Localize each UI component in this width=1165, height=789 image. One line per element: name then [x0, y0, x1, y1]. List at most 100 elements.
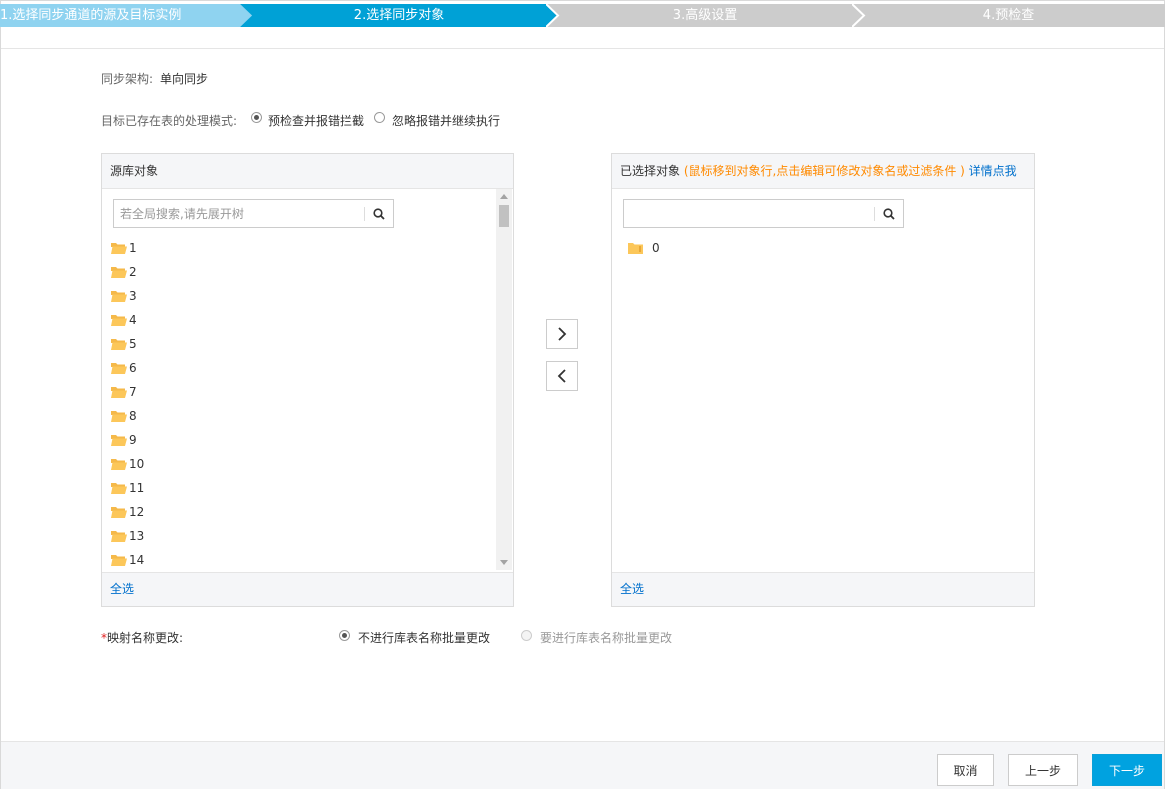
- scroll-thumb[interactable]: [499, 205, 509, 227]
- tree-item[interactable]: 14: [111, 548, 144, 572]
- scroll-up-arrow-icon[interactable]: [500, 194, 508, 199]
- step-3[interactable]: 3.高级设置: [546, 4, 864, 27]
- folder-open-icon: [111, 243, 127, 254]
- tree-item-label: 5: [129, 337, 137, 351]
- previous-step-button[interactable]: 上一步: [1008, 754, 1078, 786]
- selected-panel-title: 已选择对象: [620, 164, 681, 178]
- tree-item[interactable]: 3: [111, 284, 144, 308]
- step-1-label: 1.选择同步通道的源及目标实例: [0, 8, 182, 23]
- selected-objects-panel: 已选择对象 (鼠标移到对象行,点击编辑可修改对象名或过滤条件 ) 详情点我 0 …: [611, 153, 1035, 607]
- existing-table-mode-label: 目标已存在表的处理模式:: [101, 114, 238, 128]
- folder-open-icon: [111, 291, 127, 302]
- mapping-label-text: 映射名称更改:: [107, 631, 184, 645]
- folder-open-icon: [111, 411, 127, 422]
- selected-select-all-link[interactable]: 全选: [620, 582, 644, 596]
- folder-open-icon: [111, 315, 127, 326]
- tree-item[interactable]: 11: [111, 476, 144, 500]
- precheck-block-label[interactable]: 预检查并报错拦截: [268, 112, 364, 129]
- tree-item-label: 11: [129, 481, 145, 495]
- folder-open-icon: [111, 507, 127, 518]
- source-objects-panel: 源库对象 1234567891011121314 全选: [101, 153, 514, 607]
- detail-link[interactable]: 详情点我: [969, 164, 1017, 178]
- tree-item-label: 13: [129, 529, 145, 543]
- tree-item[interactable]: 8: [111, 404, 144, 428]
- selected-tree: 0: [628, 236, 660, 260]
- step-1[interactable]: 1.选择同步通道的源及目标实例: [0, 4, 252, 27]
- tree-item-label: 3: [129, 289, 137, 303]
- cancel-button[interactable]: 取消: [937, 754, 994, 786]
- folder-open-icon: [111, 555, 127, 566]
- folder-open-icon: [111, 363, 127, 374]
- precheck-block-radio[interactable]: [251, 112, 262, 123]
- source-panel-title: 源库对象: [110, 164, 159, 178]
- sync-arch-label: 同步架构:: [101, 72, 154, 86]
- tree-item-label: 2: [129, 265, 137, 279]
- folder-open-icon: [111, 459, 127, 470]
- move-right-button[interactable]: [546, 319, 578, 349]
- tree-item-label: 1: [129, 241, 137, 255]
- move-left-button[interactable]: [546, 361, 578, 391]
- selected-search-box: [623, 199, 904, 228]
- source-search-input[interactable]: [120, 205, 359, 223]
- folder-open-icon: [111, 339, 127, 350]
- folder-open-icon: [111, 531, 127, 542]
- tree-item[interactable]: 4: [111, 308, 144, 332]
- wizard-steps: 1.选择同步通道的源及目标实例 2.选择同步对象 3.高级设置 4.预检查: [0, 0, 1165, 31]
- source-search-box: [113, 199, 394, 228]
- step-3-label: 3.高级设置: [672, 8, 738, 23]
- tree-item[interactable]: 10: [111, 452, 144, 476]
- sync-arch-value: 单向同步: [160, 72, 209, 86]
- tree-item-label: 12: [129, 505, 145, 519]
- tree-item[interactable]: 0: [628, 236, 660, 260]
- step-2[interactable]: 2.选择同步对象: [240, 4, 558, 27]
- folder-open-icon: [111, 267, 127, 278]
- tree-item-label: 8: [129, 409, 137, 423]
- tree-item[interactable]: 7: [111, 380, 144, 404]
- tree-item-label: 4: [129, 313, 137, 327]
- selected-panel-hint: (鼠标移到对象行,点击编辑可修改对象名或过滤条件 ): [683, 164, 965, 178]
- tree-item-label: 10: [129, 457, 145, 471]
- steps-divider: [1, 48, 1164, 49]
- selected-search-input[interactable]: [630, 205, 869, 223]
- next-step-button[interactable]: 下一步: [1092, 754, 1162, 786]
- tree-item[interactable]: 5: [111, 332, 144, 356]
- tree-item-label: 7: [129, 385, 137, 399]
- mapping-label: *映射名称更改:: [101, 629, 183, 646]
- source-select-all-link[interactable]: 全选: [110, 582, 134, 596]
- no-batch-rename-radio[interactable]: [339, 630, 350, 641]
- source-panel-header: 源库对象: [102, 154, 513, 189]
- tree-item-label: 14: [129, 553, 145, 567]
- tree-item[interactable]: 12: [111, 500, 144, 524]
- tree-item[interactable]: 6: [111, 356, 144, 380]
- batch-rename-radio: [521, 630, 532, 641]
- folder-icon: [628, 243, 643, 254]
- no-batch-rename-label[interactable]: 不进行库表名称批量更改: [358, 629, 490, 646]
- folder-open-icon: [111, 483, 127, 494]
- source-tree: 1 2 3 4 5 6 7 8 9 10 11 12 13 14: [111, 236, 144, 572]
- ignore-error-radio[interactable]: [374, 112, 385, 123]
- tree-item[interactable]: 2: [111, 260, 144, 284]
- chevron-left-icon: [557, 369, 566, 383]
- source-panel-footer: 全选: [102, 572, 513, 606]
- tree-item-label: 9: [129, 433, 137, 447]
- tree-item-label: 0: [652, 241, 660, 255]
- tree-item[interactable]: 1: [111, 236, 144, 260]
- batch-rename-label: 要进行库表名称批量更改: [540, 631, 673, 645]
- source-search-button[interactable]: [365, 200, 393, 227]
- folder-open-icon: [111, 435, 127, 446]
- scroll-down-arrow-icon[interactable]: [500, 560, 508, 565]
- ignore-error-label[interactable]: 忽略报错并继续执行: [392, 112, 500, 129]
- selected-panel-header: 已选择对象 (鼠标移到对象行,点击编辑可修改对象名或过滤条件 ) 详情点我: [612, 154, 1034, 189]
- selected-panel-footer: 全选: [612, 572, 1034, 606]
- selected-search-button[interactable]: [875, 200, 903, 227]
- tree-item[interactable]: 9: [111, 428, 144, 452]
- tree-item[interactable]: 13: [111, 524, 144, 548]
- source-scrollbar[interactable]: [496, 189, 512, 570]
- step-4-label: 4.预检查: [982, 8, 1035, 23]
- folder-open-icon: [111, 387, 127, 398]
- search-icon: [373, 207, 385, 220]
- search-icon: [883, 207, 895, 220]
- chevron-right-icon: [558, 327, 567, 341]
- step-2-label: 2.选择同步对象: [353, 8, 445, 23]
- step-4[interactable]: 4.预检查: [852, 4, 1165, 27]
